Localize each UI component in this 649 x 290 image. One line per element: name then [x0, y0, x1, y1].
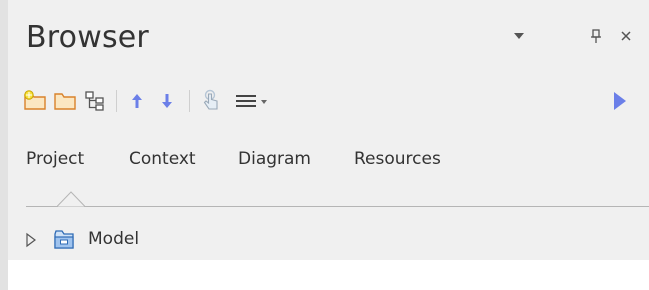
- toolbar-separator: [189, 90, 190, 112]
- hierarchy-button[interactable]: [82, 88, 108, 114]
- tab-bar: Project Context Diagram Resources: [8, 122, 649, 210]
- tab-context[interactable]: Context: [129, 149, 196, 169]
- move-down-icon: [162, 94, 172, 108]
- tab-resources[interactable]: Resources: [354, 149, 441, 169]
- expand-triangle-icon[interactable]: [24, 232, 38, 248]
- move-up-button[interactable]: [124, 88, 150, 114]
- menu-dropdown-button[interactable]: [232, 88, 276, 114]
- new-package-button[interactable]: [22, 88, 48, 114]
- touch-hand-button[interactable]: [198, 88, 224, 114]
- browser-window: Browser Project Context Diagram Resource…: [0, 0, 649, 290]
- touch-hand-icon: [203, 89, 218, 110]
- tab-underline: [26, 206, 649, 207]
- toolbar: [8, 80, 649, 122]
- empty-tree-area: [8, 260, 649, 290]
- folder-icon: [54, 93, 76, 110]
- chevron-down-icon[interactable]: [509, 28, 529, 48]
- title-bar: Browser: [8, 0, 649, 78]
- play-icon: [614, 92, 626, 110]
- window-title: Browser: [26, 20, 149, 55]
- tree-item[interactable]: Model: [8, 228, 649, 252]
- pin-icon[interactable]: [586, 28, 606, 49]
- toolbar-separator: [116, 90, 117, 112]
- move-up-icon: [132, 94, 142, 108]
- new-folder-button[interactable]: [52, 88, 78, 114]
- tree-item-label: Model: [88, 229, 140, 249]
- close-icon[interactable]: [616, 28, 636, 48]
- project-tree: Model: [8, 210, 649, 260]
- tab-project[interactable]: Project: [26, 149, 84, 169]
- selected-tab-indicator: [57, 191, 85, 207]
- window-left-edge: [0, 0, 8, 290]
- new-package-icon: [24, 90, 46, 110]
- play-button[interactable]: [606, 88, 632, 114]
- tab-diagram[interactable]: Diagram: [238, 149, 311, 169]
- move-down-button[interactable]: [154, 88, 180, 114]
- hierarchy-icon: [85, 91, 104, 111]
- menu-icon: [236, 95, 267, 107]
- model-package-icon: [54, 230, 74, 249]
